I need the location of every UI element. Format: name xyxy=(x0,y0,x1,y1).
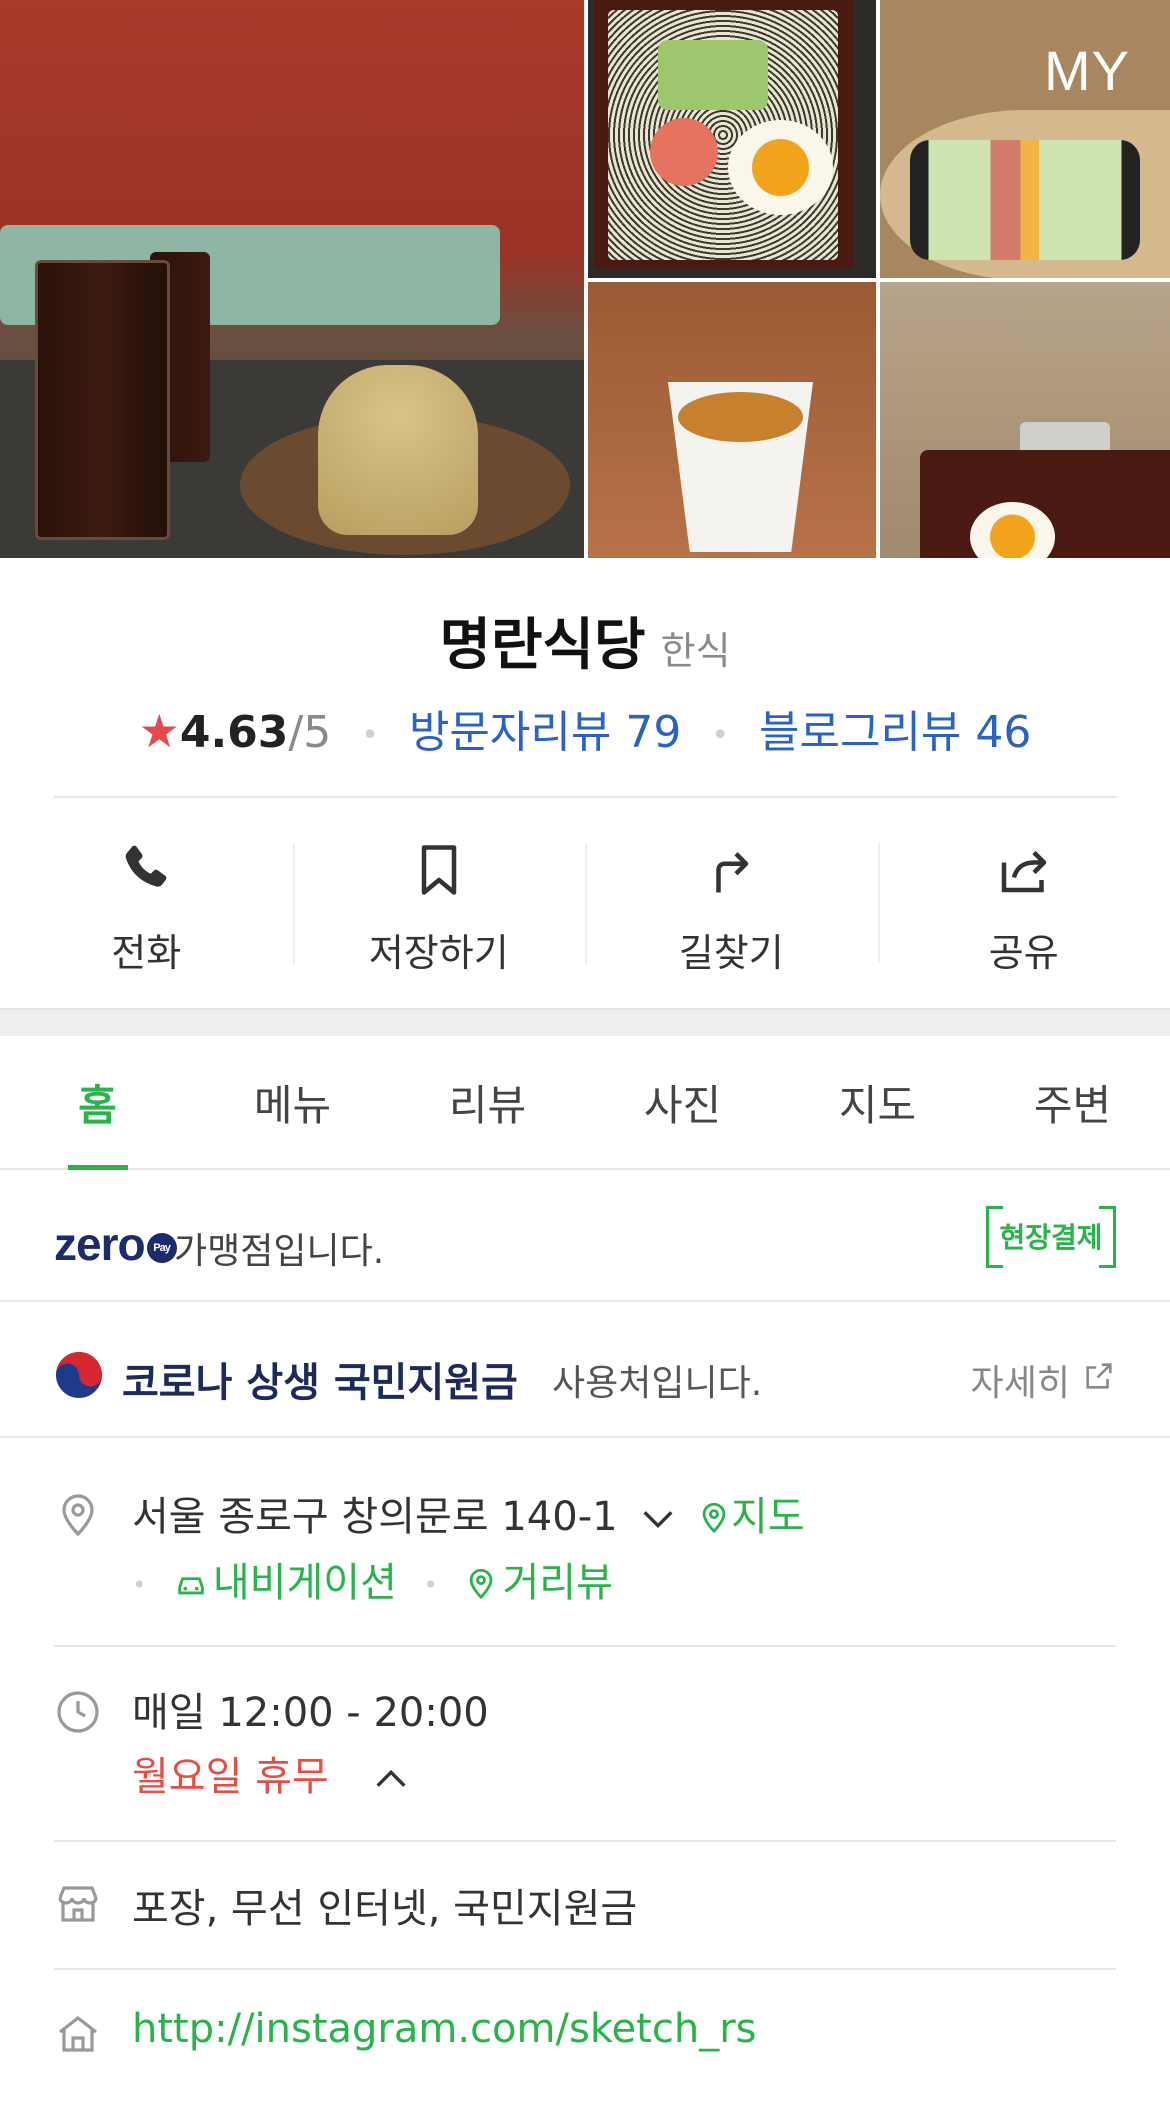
rating-score: 4.63 xyxy=(179,707,289,758)
amenities-row: 포장, 무선 인터넷, 국민지원금 xyxy=(54,1876,1116,1966)
address-text: 서울 종로구 창의문로 140-1 xyxy=(132,1494,618,1540)
my-badge[interactable]: MY xyxy=(1044,38,1130,103)
tab-menu[interactable]: 메뉴 xyxy=(195,1036,390,1168)
section-separator xyxy=(0,1008,1170,1036)
divider xyxy=(54,1645,1116,1647)
photo-thumbnail-2[interactable]: MY xyxy=(880,0,1170,278)
external-link-icon xyxy=(1082,1359,1116,1402)
tab-map[interactable]: 지도 xyxy=(780,1036,975,1168)
navigation-label: 내비게이션 xyxy=(212,1560,397,1606)
hours-row: 매일 12:00 - 20:00 월요일 휴무 xyxy=(54,1680,1116,1840)
amenities-text: 포장, 무선 인터넷, 국민지원금 xyxy=(132,1886,638,1932)
chevron-down-icon[interactable] xyxy=(630,1494,678,1540)
closed-day-text: 월요일 휴무 xyxy=(132,1754,329,1800)
call-label: 전화 xyxy=(111,930,182,975)
share-icon xyxy=(994,840,1054,904)
separator-dot: • xyxy=(361,717,379,753)
details-link[interactable]: 자세히 xyxy=(971,1354,1116,1406)
main-photo[interactable] xyxy=(0,0,584,558)
support-fund-title: 코로나 상생 국민지원금 xyxy=(122,1360,518,1406)
tab-bar: 홈 메뉴 리뷰 사진 지도 주변 xyxy=(0,1036,1170,1170)
map-link[interactable]: 지도 xyxy=(691,1494,805,1540)
directions-icon xyxy=(701,840,761,904)
hours-text: 매일 12:00 - 20:00 xyxy=(132,1690,489,1736)
chevron-up-icon[interactable] xyxy=(341,1754,411,1800)
visitor-reviews-link[interactable]: 방문자리뷰 79 xyxy=(409,707,681,758)
place-name: 명란식당 xyxy=(439,613,646,678)
streetview-label: 거리뷰 xyxy=(502,1560,613,1606)
save-label: 저장하기 xyxy=(368,930,509,975)
star-icon: ★ xyxy=(138,704,180,758)
photo-grid: MY xyxy=(0,0,1170,558)
share-button[interactable]: 공유 xyxy=(877,808,1170,1008)
place-title: 명란식당 한식 xyxy=(0,600,1170,681)
map-label: 지도 xyxy=(731,1494,805,1540)
separator-dot: • xyxy=(711,717,730,753)
tab-nearby[interactable]: 주변 xyxy=(975,1036,1170,1168)
address-row: 서울 종로구 창의문로 140-1 지도 • 내비게이션 • 거리뷰 xyxy=(54,1484,1116,1644)
rating-row: ★4.63/5 • 방문자리뷰 79 • 블로그리뷰 46 xyxy=(0,696,1170,760)
rating-max: /5 xyxy=(288,707,332,758)
photo-thumbnail-4[interactable] xyxy=(880,282,1170,558)
directions-button[interactable]: 길찾기 xyxy=(585,808,878,1008)
zeropay-row: zero Pay 가맹점입니다. 현장결제 xyxy=(0,1172,1170,1302)
divider xyxy=(54,796,1116,798)
navigation-link[interactable]: 내비게이션 xyxy=(173,1560,397,1606)
streetview-link[interactable]: 거리뷰 xyxy=(464,1560,613,1606)
action-bar: 전화 저장하기 길찾기 공유 xyxy=(0,808,1170,1008)
tab-home[interactable]: 홈 xyxy=(0,1036,195,1168)
tab-photos[interactable]: 사진 xyxy=(585,1036,780,1168)
website-link[interactable]: http://instagram.com/sketch_rs xyxy=(132,2006,756,2052)
save-button[interactable]: 저장하기 xyxy=(292,808,586,1008)
details-label: 자세히 xyxy=(970,1363,1070,1404)
divider xyxy=(54,1840,1116,1842)
call-button[interactable]: 전화 xyxy=(0,808,293,1008)
zeropay-text: 가맹점입니다. xyxy=(174,1231,385,1272)
share-label: 공유 xyxy=(988,930,1059,975)
onsite-payment-badge: 현장결제 xyxy=(986,1206,1116,1268)
photo-thumbnail-1[interactable] xyxy=(588,0,876,278)
bookmark-icon xyxy=(409,840,469,904)
tab-reviews[interactable]: 리뷰 xyxy=(390,1036,585,1168)
phone-icon xyxy=(116,840,176,904)
support-fund-text: 사용처입니다. xyxy=(552,1363,763,1404)
photo-thumbnail-3[interactable] xyxy=(588,282,876,558)
directions-label: 길찾기 xyxy=(678,930,784,975)
divider xyxy=(54,1968,1116,1970)
zeropay-logo: zero Pay xyxy=(54,1217,177,1271)
website-row: http://instagram.com/sketch_rs xyxy=(54,2006,1116,2096)
blog-reviews-link[interactable]: 블로그리뷰 46 xyxy=(759,707,1031,758)
place-category: 한식 xyxy=(660,629,731,673)
separator-dot: • xyxy=(423,1571,438,1599)
support-fund-row: 코로나 상생 국민지원금 사용처입니다. 자세히 xyxy=(0,1304,1170,1438)
separator-dot: • xyxy=(132,1571,147,1599)
